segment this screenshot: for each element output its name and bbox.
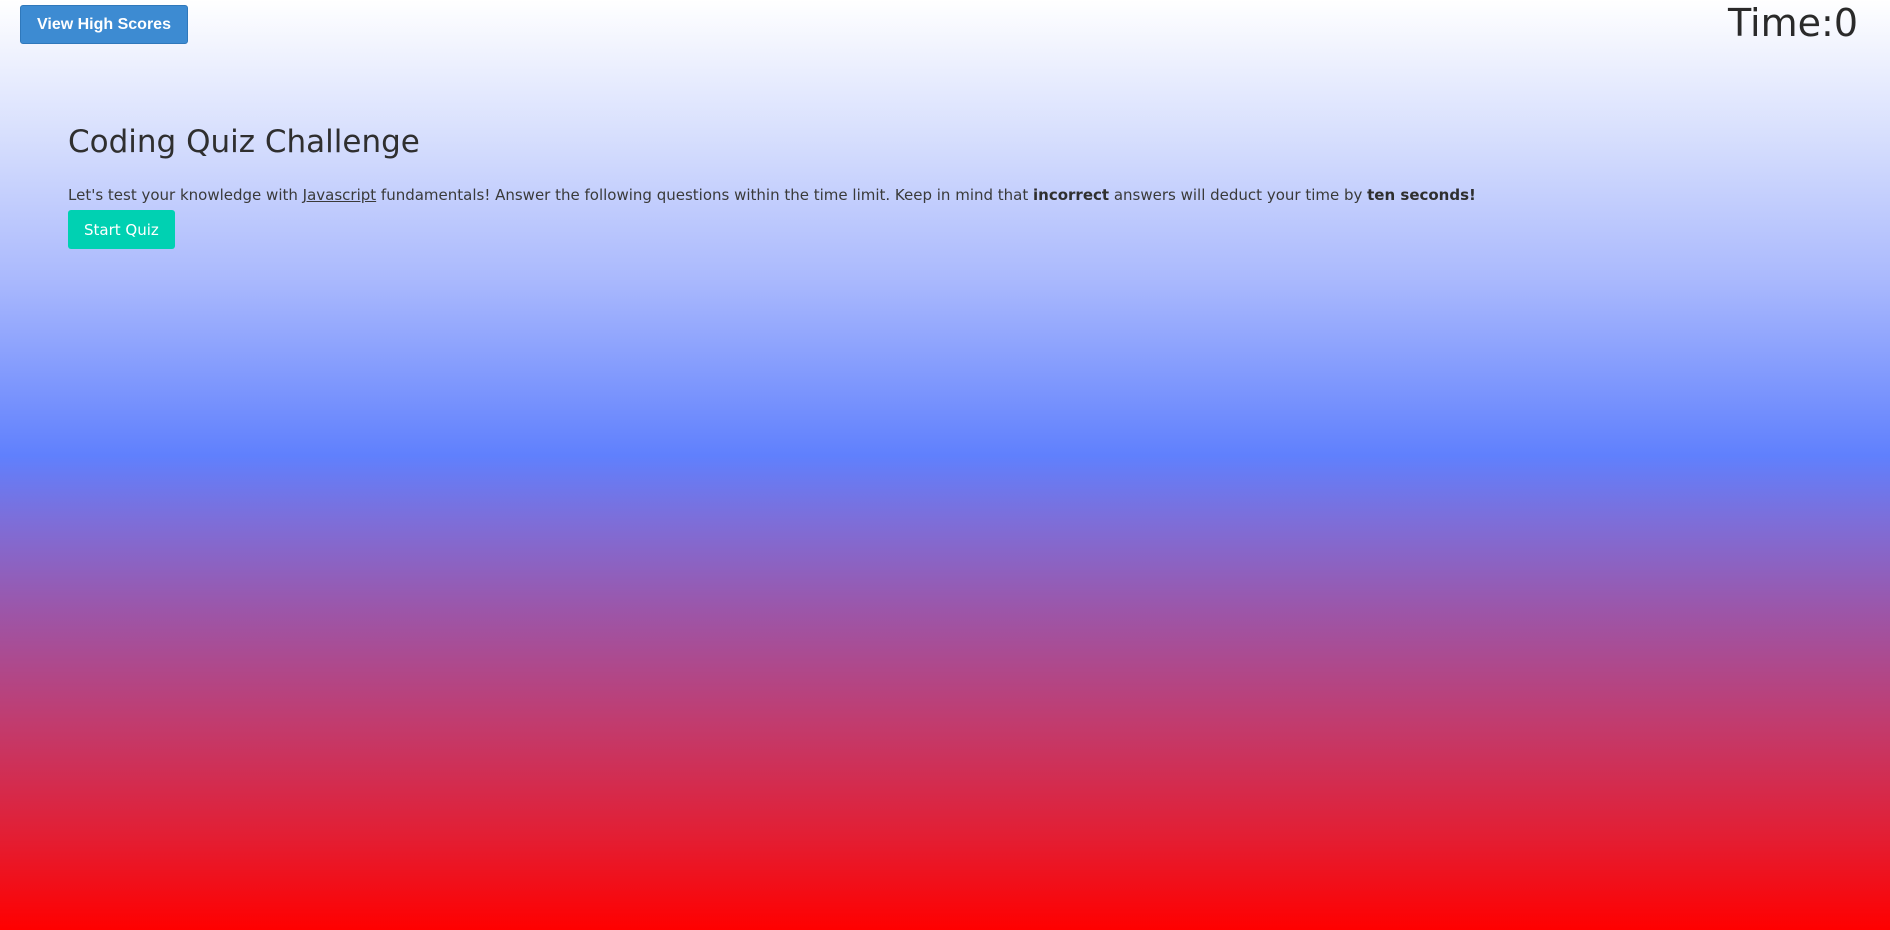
timer-value: 0: [1833, 1, 1858, 45]
intro-description: Let's test your knowledge with Javascrip…: [68, 184, 1848, 206]
timer-label: Time:: [1728, 1, 1834, 45]
intro-text-part3: answers will deduct your time by: [1109, 186, 1368, 204]
incorrect-emphasis: incorrect: [1033, 186, 1110, 204]
ten-seconds-emphasis: ten seconds!: [1367, 186, 1476, 204]
timer-display: Time:0: [1728, 0, 1858, 46]
page-title: Coding Quiz Challenge: [68, 124, 420, 160]
page: { "header": { "high_scores_label": "View…: [0, 0, 1890, 930]
intro-text-part2: fundamentals! Answer the following quest…: [376, 186, 1034, 204]
javascript-link[interactable]: Javascript: [303, 186, 376, 204]
intro-text-part1: Let's test your knowledge with: [68, 186, 303, 204]
intro-section: Coding Quiz Challenge Let's test your kn…: [68, 118, 1848, 249]
start-quiz-button[interactable]: Start Quiz: [68, 210, 175, 249]
view-high-scores-button[interactable]: View High Scores: [20, 5, 188, 44]
